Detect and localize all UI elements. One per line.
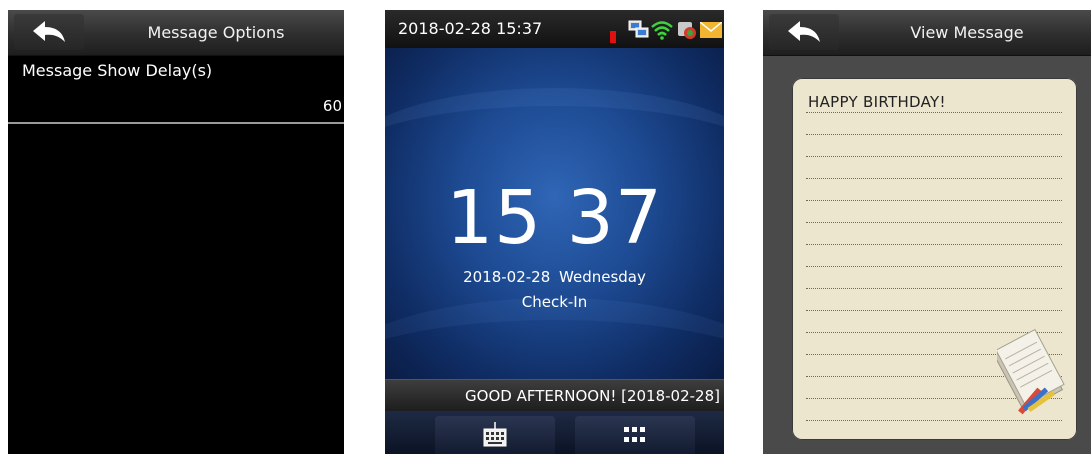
bottom-bar — [385, 411, 724, 454]
message-show-delay-label[interactable]: Message Show Delay(s) — [22, 61, 212, 80]
ticker-text: GOOD AFTERNOON! [2018-02-28] — [465, 387, 720, 405]
message-options-screen: Message Options Message Show Delay(s) 60 — [8, 10, 344, 454]
ruled-line — [806, 178, 1062, 179]
back-arrow-icon — [788, 21, 820, 42]
clock: 15 37 — [446, 175, 663, 261]
network-icon — [628, 20, 649, 38]
ruled-line — [806, 310, 1062, 311]
notepad-decoration-icon — [997, 328, 1065, 415]
view-message-screen: View Message HAPPY BIRTHDAY! — [763, 10, 1091, 454]
ticker-bar: GOOD AFTERNOON! [2018-02-28] — [385, 379, 724, 412]
title-bar: View Message — [763, 10, 1091, 56]
page-title: View Message — [910, 23, 1024, 42]
ruled-line — [806, 200, 1062, 201]
title-bar: Message Options — [8, 10, 344, 56]
status-bar: 2018-02-28 15:37 — [385, 10, 724, 48]
keyboard-icon — [483, 422, 507, 447]
ruled-line — [806, 266, 1062, 267]
back-button[interactable] — [14, 14, 84, 50]
ruled-line — [806, 222, 1062, 223]
alert-icon — [610, 31, 616, 43]
ruled-line — [806, 244, 1062, 245]
date-weekday: 2018-02-28 Wednesday — [463, 268, 646, 286]
ruled-line — [806, 288, 1062, 289]
message-icon — [700, 22, 722, 38]
menu-button[interactable] — [575, 416, 695, 454]
menu-grid-icon — [624, 427, 645, 442]
page-title: Message Options — [147, 23, 285, 42]
ruled-line — [806, 420, 1062, 421]
ruled-line — [806, 134, 1062, 135]
status-time: 2018-02-28 15:37 — [398, 19, 543, 38]
server-icon — [678, 22, 696, 39]
divider — [8, 122, 344, 124]
back-button[interactable] — [769, 14, 839, 50]
ruled-line — [806, 112, 1062, 113]
message-text: HAPPY BIRTHDAY! — [808, 93, 946, 111]
back-arrow-icon — [33, 21, 65, 42]
home-screen: 2018-02-28 15:37 15 37 2018-02-28 Wednes… — [385, 10, 724, 454]
punch-state[interactable]: Check-In — [385, 293, 724, 311]
message-show-delay-value[interactable]: 60 — [323, 97, 342, 115]
wifi-icon — [651, 21, 673, 40]
ruled-line — [806, 156, 1062, 157]
message-paper: HAPPY BIRTHDAY! — [792, 78, 1077, 440]
keyboard-button[interactable] — [435, 416, 555, 454]
